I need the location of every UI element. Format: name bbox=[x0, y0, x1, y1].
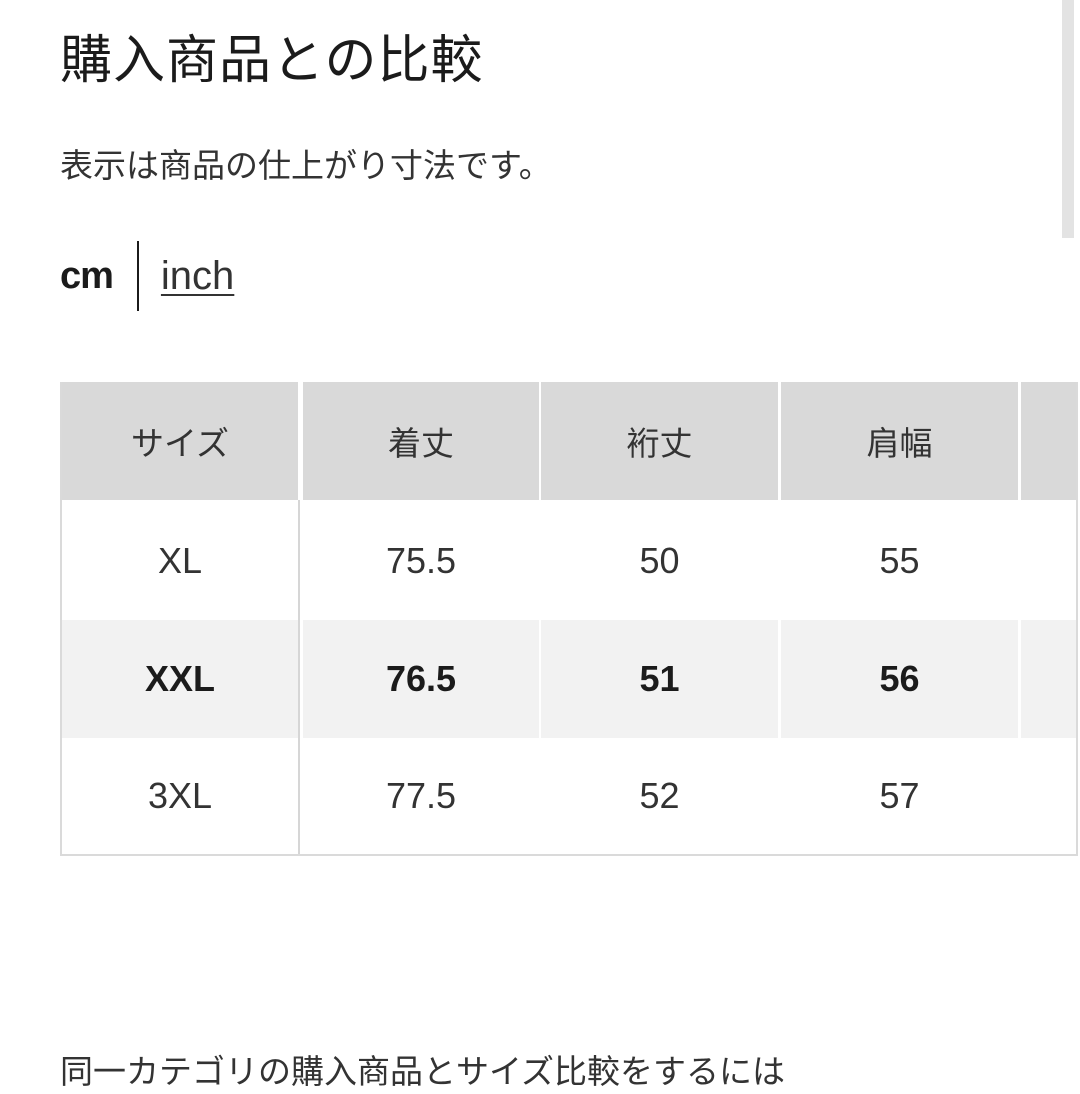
length-cell: 75.5 bbox=[385, 540, 457, 581]
next-column-cell bbox=[1021, 737, 1076, 854]
table-row: XL 75.5 50 55 bbox=[62, 502, 1076, 620]
unit-inch-link[interactable]: inch bbox=[161, 254, 234, 299]
length-cell: 77.5 bbox=[385, 775, 457, 816]
sleeve-length-cell: 52 bbox=[639, 775, 680, 816]
page-title: 購入商品との比較 bbox=[60, 31, 484, 91]
sleeve-length-cell: 51 bbox=[541, 620, 778, 738]
header-sleeve-length: 裄丈 bbox=[541, 382, 778, 500]
header-length: 着丈 bbox=[303, 382, 539, 500]
header-size: サイズ bbox=[62, 382, 298, 500]
unit-cm-option[interactable]: cm bbox=[60, 255, 114, 298]
length-cell: 76.5 bbox=[303, 620, 539, 738]
size-cell: 3XL bbox=[147, 775, 213, 816]
sleeve-length-cell: 50 bbox=[639, 540, 680, 581]
header-next-column bbox=[1021, 382, 1076, 500]
scrollbar[interactable] bbox=[1062, 0, 1074, 238]
table-header-row: サイズ 着丈 裄丈 肩幅 bbox=[62, 382, 1076, 500]
shoulder-width-cell: 56 bbox=[781, 620, 1018, 738]
table-row-highlighted: XXL 76.5 51 56 bbox=[62, 620, 1076, 738]
next-column-cell bbox=[1021, 620, 1076, 738]
header-shoulder-width: 肩幅 bbox=[781, 382, 1018, 500]
sticky-column-divider bbox=[298, 500, 300, 854]
shoulder-width-cell: 57 bbox=[879, 775, 920, 816]
compare-instructions: 同一カテゴリの購入商品とサイズ比較をするには bbox=[60, 1052, 786, 1091]
size-cell: XL bbox=[157, 540, 203, 581]
unit-divider bbox=[136, 241, 139, 311]
unit-toggle: cm inch bbox=[60, 240, 234, 312]
shoulder-width-cell: 55 bbox=[879, 540, 920, 581]
table-row: 3XL 77.5 52 57 bbox=[62, 737, 1076, 854]
next-column-cell bbox=[1021, 502, 1076, 620]
size-table[interactable]: サイズ 着丈 裄丈 肩幅 XL 75.5 50 55 XXL 76.5 51 5… bbox=[60, 382, 1078, 856]
page-subtitle: 表示は商品の仕上がり寸法です。 bbox=[60, 146, 552, 185]
size-cell: XXL bbox=[62, 620, 298, 738]
